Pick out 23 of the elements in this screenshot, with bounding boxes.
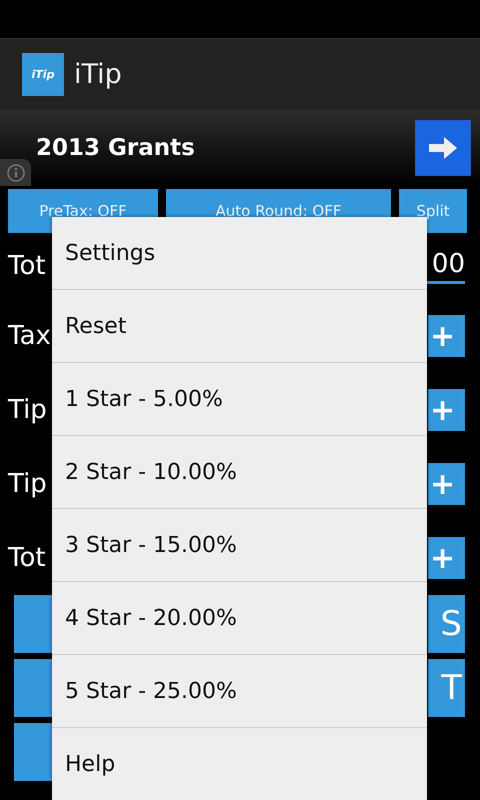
menu-item[interactable]: Reset bbox=[52, 290, 427, 363]
menu-item[interactable]: 5 Star - 25.00% bbox=[52, 655, 427, 728]
arrow-right-icon bbox=[429, 137, 457, 159]
info-icon bbox=[6, 164, 24, 182]
next-button[interactable] bbox=[415, 120, 471, 176]
info-tab[interactable] bbox=[0, 159, 31, 186]
row-label: Tot bbox=[6, 543, 46, 573]
menu-item[interactable]: 1 Star - 5.00% bbox=[52, 363, 427, 436]
app-title: iTip bbox=[74, 59, 122, 90]
app-logo: iTip bbox=[22, 53, 64, 96]
keypad-button[interactable] bbox=[14, 595, 52, 653]
row-label: Tip bbox=[6, 395, 47, 425]
menu-item[interactable]: Help bbox=[52, 728, 427, 800]
keypad-button[interactable] bbox=[14, 723, 52, 781]
row-label: Tip bbox=[6, 469, 47, 499]
menu-item[interactable]: 4 Star - 20.00% bbox=[52, 582, 427, 655]
row-label: Tot bbox=[6, 251, 46, 281]
menu-item[interactable]: 2 Star - 10.00% bbox=[52, 436, 427, 509]
keypad-button[interactable] bbox=[14, 659, 52, 717]
row-label: Tax bbox=[6, 321, 51, 351]
menu-item[interactable]: 3 Star - 15.00% bbox=[52, 509, 427, 582]
list-title: 2013 Grants bbox=[35, 135, 195, 161]
menu-item[interactable]: Settings bbox=[52, 217, 427, 290]
